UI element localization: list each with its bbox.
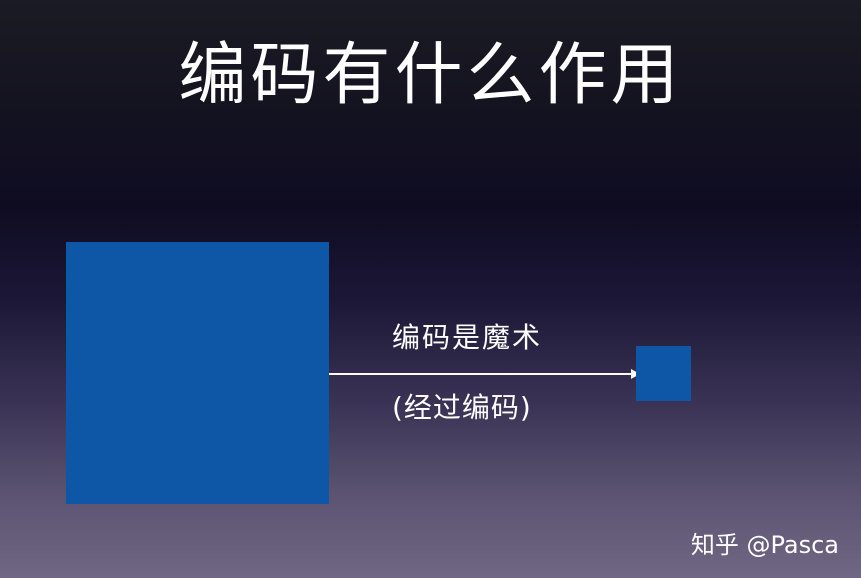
slide-title: 编码有什么作用 [178, 36, 683, 115]
original-large-square [66, 242, 329, 504]
arrow-label: 编码是魔术 [392, 321, 543, 354]
arrow-sublabel: (经过编码) [392, 391, 532, 424]
arrow-icon [329, 369, 640, 379]
encoded-small-square [636, 346, 691, 401]
watermark: 知乎 @Pasca [690, 531, 839, 559]
